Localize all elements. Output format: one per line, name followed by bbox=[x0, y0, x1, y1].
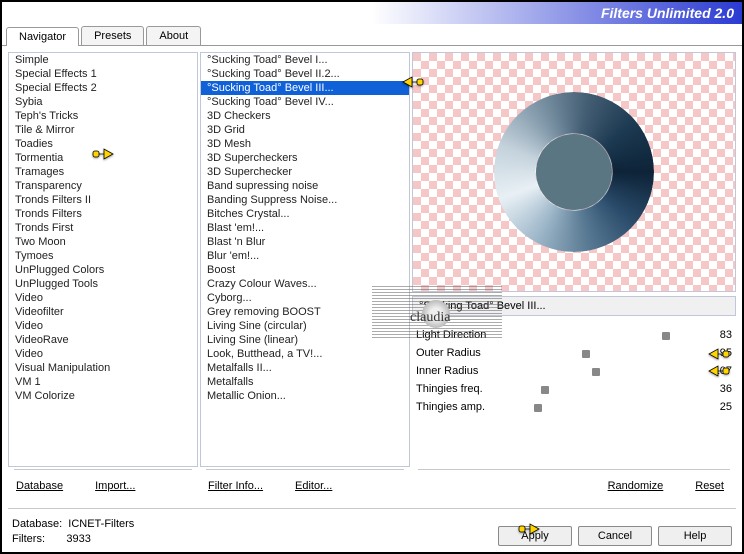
list-item[interactable]: Blast 'n Blur bbox=[201, 235, 409, 249]
list-item[interactable]: °Sucking Toad° Bevel II.2... bbox=[201, 67, 409, 81]
slider-value: 36 bbox=[698, 383, 732, 395]
list-item[interactable]: Banding Suppress Noise... bbox=[201, 193, 409, 207]
list-item[interactable]: Band supressing noise bbox=[201, 179, 409, 193]
slider-row: Light Direction 83 bbox=[412, 326, 736, 344]
list-item[interactable]: 3D Superchecker bbox=[201, 165, 409, 179]
import-link[interactable]: Import... bbox=[89, 476, 141, 496]
list-item[interactable]: Cyborg... bbox=[201, 291, 409, 305]
list-item[interactable]: Transparency bbox=[9, 179, 197, 193]
list-item[interactable]: Bitches Crystal... bbox=[201, 207, 409, 221]
list-item[interactable]: 3D Mesh bbox=[201, 137, 409, 151]
list-item[interactable]: Video bbox=[9, 347, 197, 361]
category-list[interactable]: SimpleSpecial Effects 1Special Effects 2… bbox=[8, 52, 198, 467]
cancel-button[interactable]: Cancel bbox=[578, 526, 652, 546]
list-item[interactable]: °Sucking Toad° Bevel III... bbox=[201, 81, 409, 95]
slider-row: Inner Radius107 bbox=[412, 362, 736, 380]
slider-label: Thingies freq. bbox=[416, 383, 516, 395]
list-item[interactable]: Living Sine (circular) bbox=[201, 319, 409, 333]
list-item[interactable]: °Sucking Toad° Bevel I... bbox=[201, 53, 409, 67]
slider-row: Thingies freq. 36 bbox=[412, 380, 736, 398]
list-item[interactable]: °Sucking Toad° Bevel IV... bbox=[201, 95, 409, 109]
editor-link[interactable]: Editor... bbox=[289, 476, 338, 496]
slider-handle[interactable] bbox=[534, 404, 542, 412]
tab-strip: Navigator Presets About bbox=[2, 26, 742, 46]
list-item[interactable]: Tronds First bbox=[9, 221, 197, 235]
list-item[interactable]: VM 1 bbox=[9, 375, 197, 389]
pointer-icon bbox=[92, 146, 114, 162]
pointer-icon bbox=[402, 74, 424, 90]
list-item[interactable]: Videofilter bbox=[9, 305, 197, 319]
list-item[interactable]: Two Moon bbox=[9, 235, 197, 249]
list-item[interactable]: Tymoes bbox=[9, 249, 197, 263]
list-item[interactable]: Crazy Colour Waves... bbox=[201, 277, 409, 291]
list-item[interactable]: Look, Butthead, a TV!... bbox=[201, 347, 409, 361]
list-item[interactable]: Sybia bbox=[9, 95, 197, 109]
pointer-icon bbox=[518, 521, 540, 537]
footer-info: Database: ICNET-Filters Filters: 3933 bbox=[12, 517, 498, 546]
current-filter-name: °Sucking Toad° Bevel III... bbox=[412, 296, 736, 316]
list-item[interactable]: Tronds Filters bbox=[9, 207, 197, 221]
slider-track[interactable] bbox=[516, 328, 698, 342]
slider-handle[interactable] bbox=[541, 386, 549, 394]
list-item[interactable]: Teph's Tricks bbox=[9, 109, 197, 123]
slider-label: Light Direction bbox=[416, 329, 516, 341]
list-item[interactable]: Blast 'em!... bbox=[201, 221, 409, 235]
app-title: Filters Unlimited 2.0 bbox=[601, 5, 734, 21]
list-item[interactable]: Tronds Filters II bbox=[9, 193, 197, 207]
list-item[interactable]: Special Effects 2 bbox=[9, 81, 197, 95]
slider-handle[interactable] bbox=[592, 368, 600, 376]
list-item[interactable]: Boost bbox=[201, 263, 409, 277]
filter-list[interactable]: °Sucking Toad° Bevel I...°Sucking Toad° … bbox=[200, 52, 410, 467]
list-item[interactable]: VideoRave bbox=[9, 333, 197, 347]
slider-value: 25 bbox=[698, 401, 732, 413]
filter-info-link[interactable]: Filter Info... bbox=[202, 476, 269, 496]
list-item[interactable]: Visual Manipulation bbox=[9, 361, 197, 375]
list-item[interactable]: Metalfalls bbox=[201, 375, 409, 389]
pointer-icon bbox=[708, 346, 730, 362]
slider-row: Thingies amp. 25 bbox=[412, 398, 736, 416]
slider-track[interactable] bbox=[516, 346, 698, 360]
list-item[interactable]: Blur 'em!... bbox=[201, 249, 409, 263]
list-item[interactable]: Simple bbox=[9, 53, 197, 67]
tab-presets[interactable]: Presets bbox=[81, 26, 144, 45]
sliders-area: Light Direction83Outer Radius95Inner Rad… bbox=[412, 326, 736, 416]
slider-label: Outer Radius bbox=[416, 347, 516, 359]
help-button[interactable]: Help bbox=[658, 526, 732, 546]
list-item[interactable]: VM Colorize bbox=[9, 389, 197, 403]
preview-area bbox=[412, 52, 736, 292]
slider-handle[interactable] bbox=[582, 350, 590, 358]
list-item[interactable]: Grey removing BOOST bbox=[201, 305, 409, 319]
list-item[interactable]: UnPlugged Tools bbox=[9, 277, 197, 291]
slider-track[interactable] bbox=[516, 364, 698, 378]
slider-track[interactable] bbox=[516, 400, 698, 414]
title-bar: Filters Unlimited 2.0 bbox=[2, 2, 742, 24]
list-item[interactable]: 3D Grid bbox=[201, 123, 409, 137]
list-item[interactable]: Living Sine (linear) bbox=[201, 333, 409, 347]
list-item[interactable]: UnPlugged Colors bbox=[9, 263, 197, 277]
reset-link[interactable]: Reset bbox=[689, 476, 730, 496]
tab-about[interactable]: About bbox=[146, 26, 201, 45]
list-item[interactable]: 3D Supercheckers bbox=[201, 151, 409, 165]
slider-track[interactable] bbox=[516, 382, 698, 396]
slider-value: 83 bbox=[698, 329, 732, 341]
slider-handle[interactable] bbox=[662, 332, 670, 340]
list-item[interactable]: Video bbox=[9, 291, 197, 305]
list-item[interactable]: Video bbox=[9, 319, 197, 333]
slider-label: Thingies amp. bbox=[416, 401, 516, 413]
list-item[interactable]: Metallic Onion... bbox=[201, 389, 409, 403]
randomize-link[interactable]: Randomize bbox=[602, 476, 670, 496]
list-item[interactable]: Tile & Mirror bbox=[9, 123, 197, 137]
list-item[interactable]: 3D Checkers bbox=[201, 109, 409, 123]
list-item[interactable]: Special Effects 1 bbox=[9, 67, 197, 81]
slider-row: Outer Radius95 bbox=[412, 344, 736, 362]
database-link[interactable]: Database bbox=[10, 476, 69, 496]
list-item[interactable]: Tramages bbox=[9, 165, 197, 179]
tab-navigator[interactable]: Navigator bbox=[6, 27, 79, 46]
pointer-icon bbox=[708, 363, 730, 379]
slider-label: Inner Radius bbox=[416, 365, 516, 377]
list-item[interactable]: Metalfalls II... bbox=[201, 361, 409, 375]
preview-graphic bbox=[494, 92, 654, 252]
